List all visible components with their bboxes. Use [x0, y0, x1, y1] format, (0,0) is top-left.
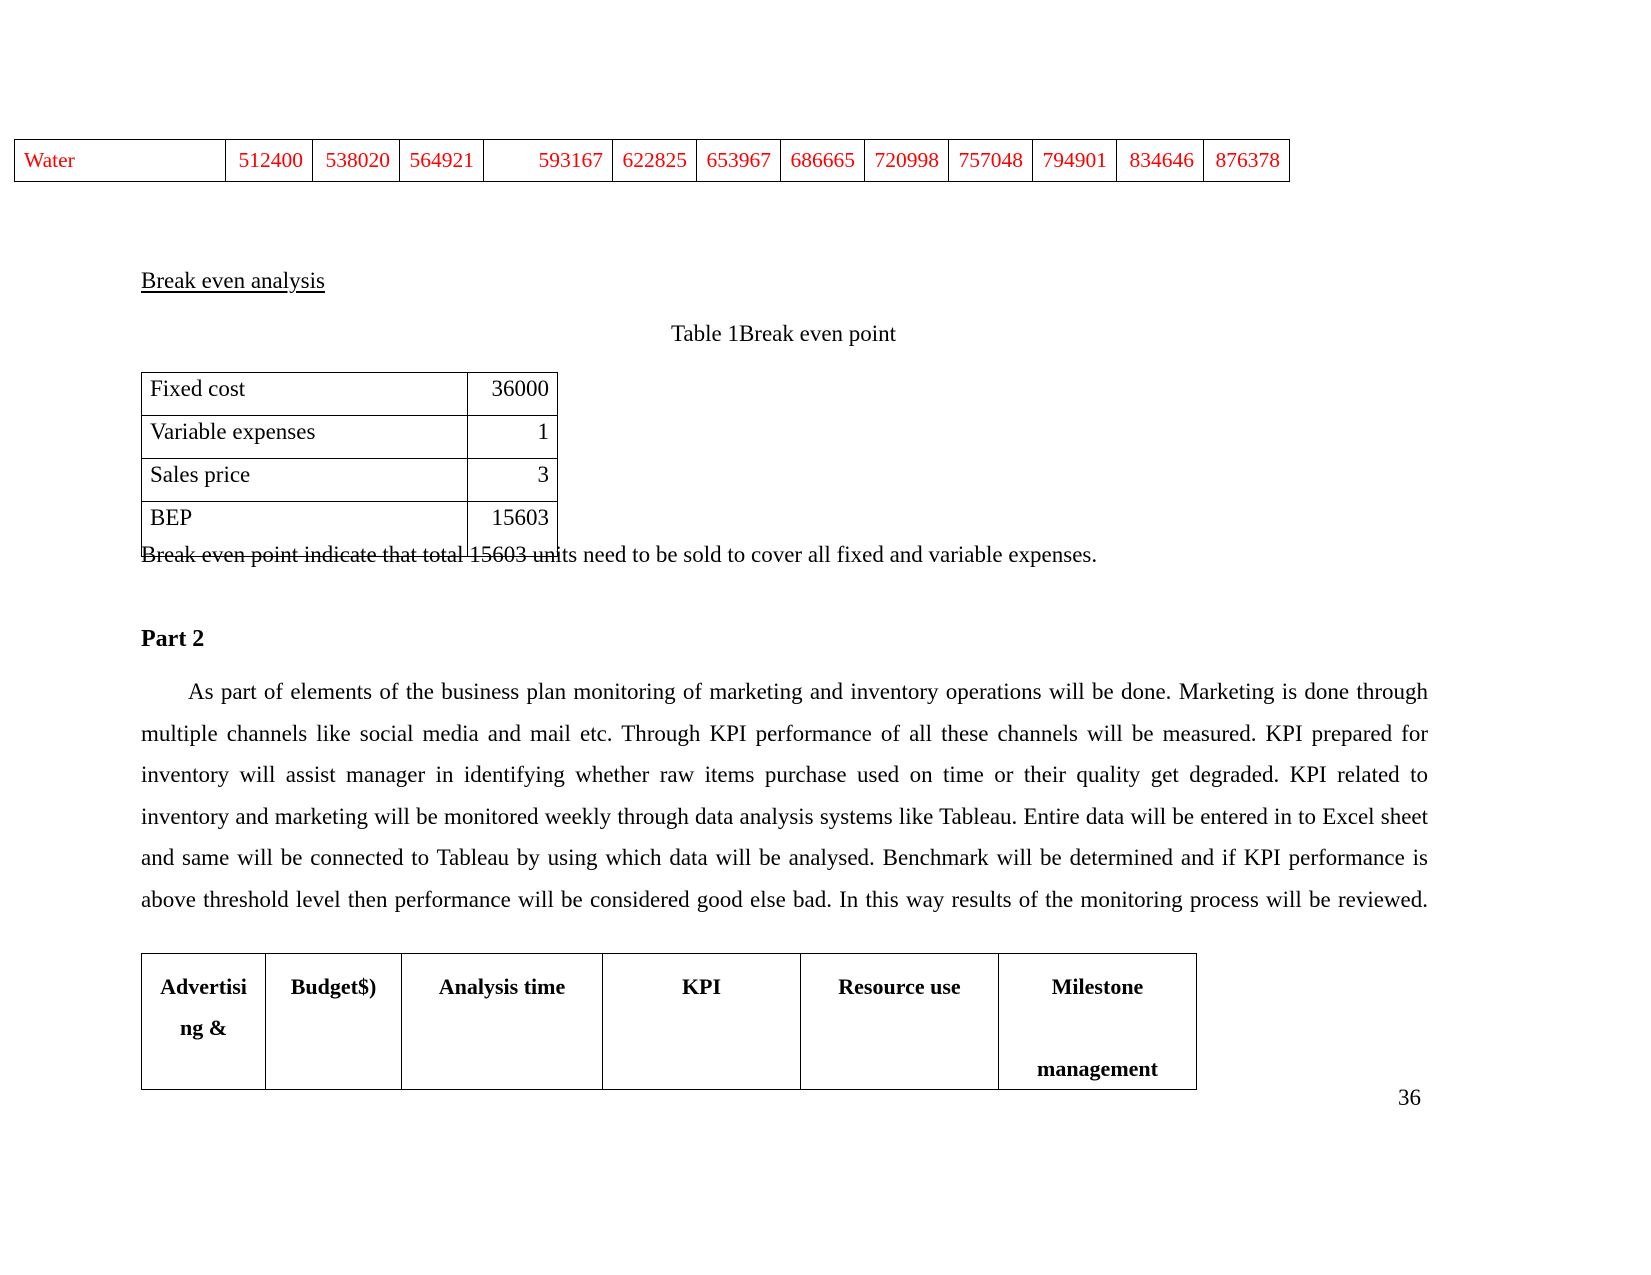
water-value-cell: 653967	[696, 139, 781, 182]
kpi-header-kpi: KPI	[602, 953, 801, 1090]
water-value-cell: 538020	[312, 139, 400, 182]
table-row: Sales price 3	[141, 458, 558, 502]
kpi-header-text: KPI	[681, 974, 722, 999]
section-heading-break-even-analysis: Break even analysis	[141, 268, 325, 293]
water-value-cell: 622825	[612, 139, 697, 182]
table-row: Water 512400 538020 564921 593167 622825…	[14, 139, 1290, 182]
bep-row-value: 1	[467, 415, 558, 459]
water-cost-table: Water 512400 538020 564921 593167 622825…	[14, 139, 1290, 182]
part-2-paragraph: As part of elements of the business plan…	[141, 679, 1428, 912]
water-value-cell: 757048	[948, 139, 1033, 182]
table-caption: Table 1Break even point	[670, 321, 897, 346]
table-row: Variable expenses 1	[141, 415, 558, 459]
kpi-header-text: Advertisi ng &	[160, 974, 247, 1040]
kpi-monitoring-table: Advertisi ng & Budget$) Analysis time KPI…	[141, 953, 1197, 1090]
water-value-cell: 794901	[1032, 139, 1117, 182]
kpi-header-budget: Budget$)	[265, 953, 402, 1090]
table-header-row: Advertisi ng & Budget$) Analysis time KPI…	[141, 953, 1197, 1090]
kpi-header-text: Milestone management	[1037, 974, 1158, 1081]
kpi-header-milestone-management: Milestone management	[998, 953, 1197, 1090]
water-value-cell: 876378	[1203, 139, 1290, 182]
bep-row-label: Variable expenses	[141, 415, 468, 459]
water-value-cell: 512400	[225, 139, 313, 182]
bep-row-value: 36000	[467, 372, 558, 416]
part-2-heading: Part 2	[141, 626, 205, 652]
water-value-cell: 834646	[1116, 139, 1204, 182]
break-even-note: Break even point indicate that total 156…	[141, 542, 1098, 567]
water-value-cell: 720998	[864, 139, 949, 182]
water-row-label: Water	[14, 139, 226, 182]
table-row: Fixed cost 36000	[141, 372, 558, 416]
water-value-cell: 593167	[483, 139, 613, 182]
kpi-header-text: Budget$)	[290, 974, 377, 999]
break-even-point-table: Fixed cost 36000 Variable expenses 1 Sal…	[141, 372, 558, 557]
kpi-header-text: Analysis time	[438, 974, 566, 999]
bep-row-value: 3	[467, 458, 558, 502]
water-value-cell: 564921	[399, 139, 484, 182]
page-number: 36	[1398, 1085, 1421, 1110]
bep-row-label: Sales price	[141, 458, 468, 502]
bep-row-label: Fixed cost	[141, 372, 468, 416]
water-value-cell: 686665	[780, 139, 865, 182]
kpi-header-resource-use: Resource use	[800, 953, 999, 1090]
document-page: Water 512400 538020 564921 593167 622825…	[0, 0, 1651, 1275]
kpi-header-text: Resource use	[838, 974, 961, 999]
kpi-header-advertising: Advertisi ng &	[141, 953, 266, 1090]
kpi-header-analysis-time: Analysis time	[401, 953, 603, 1090]
